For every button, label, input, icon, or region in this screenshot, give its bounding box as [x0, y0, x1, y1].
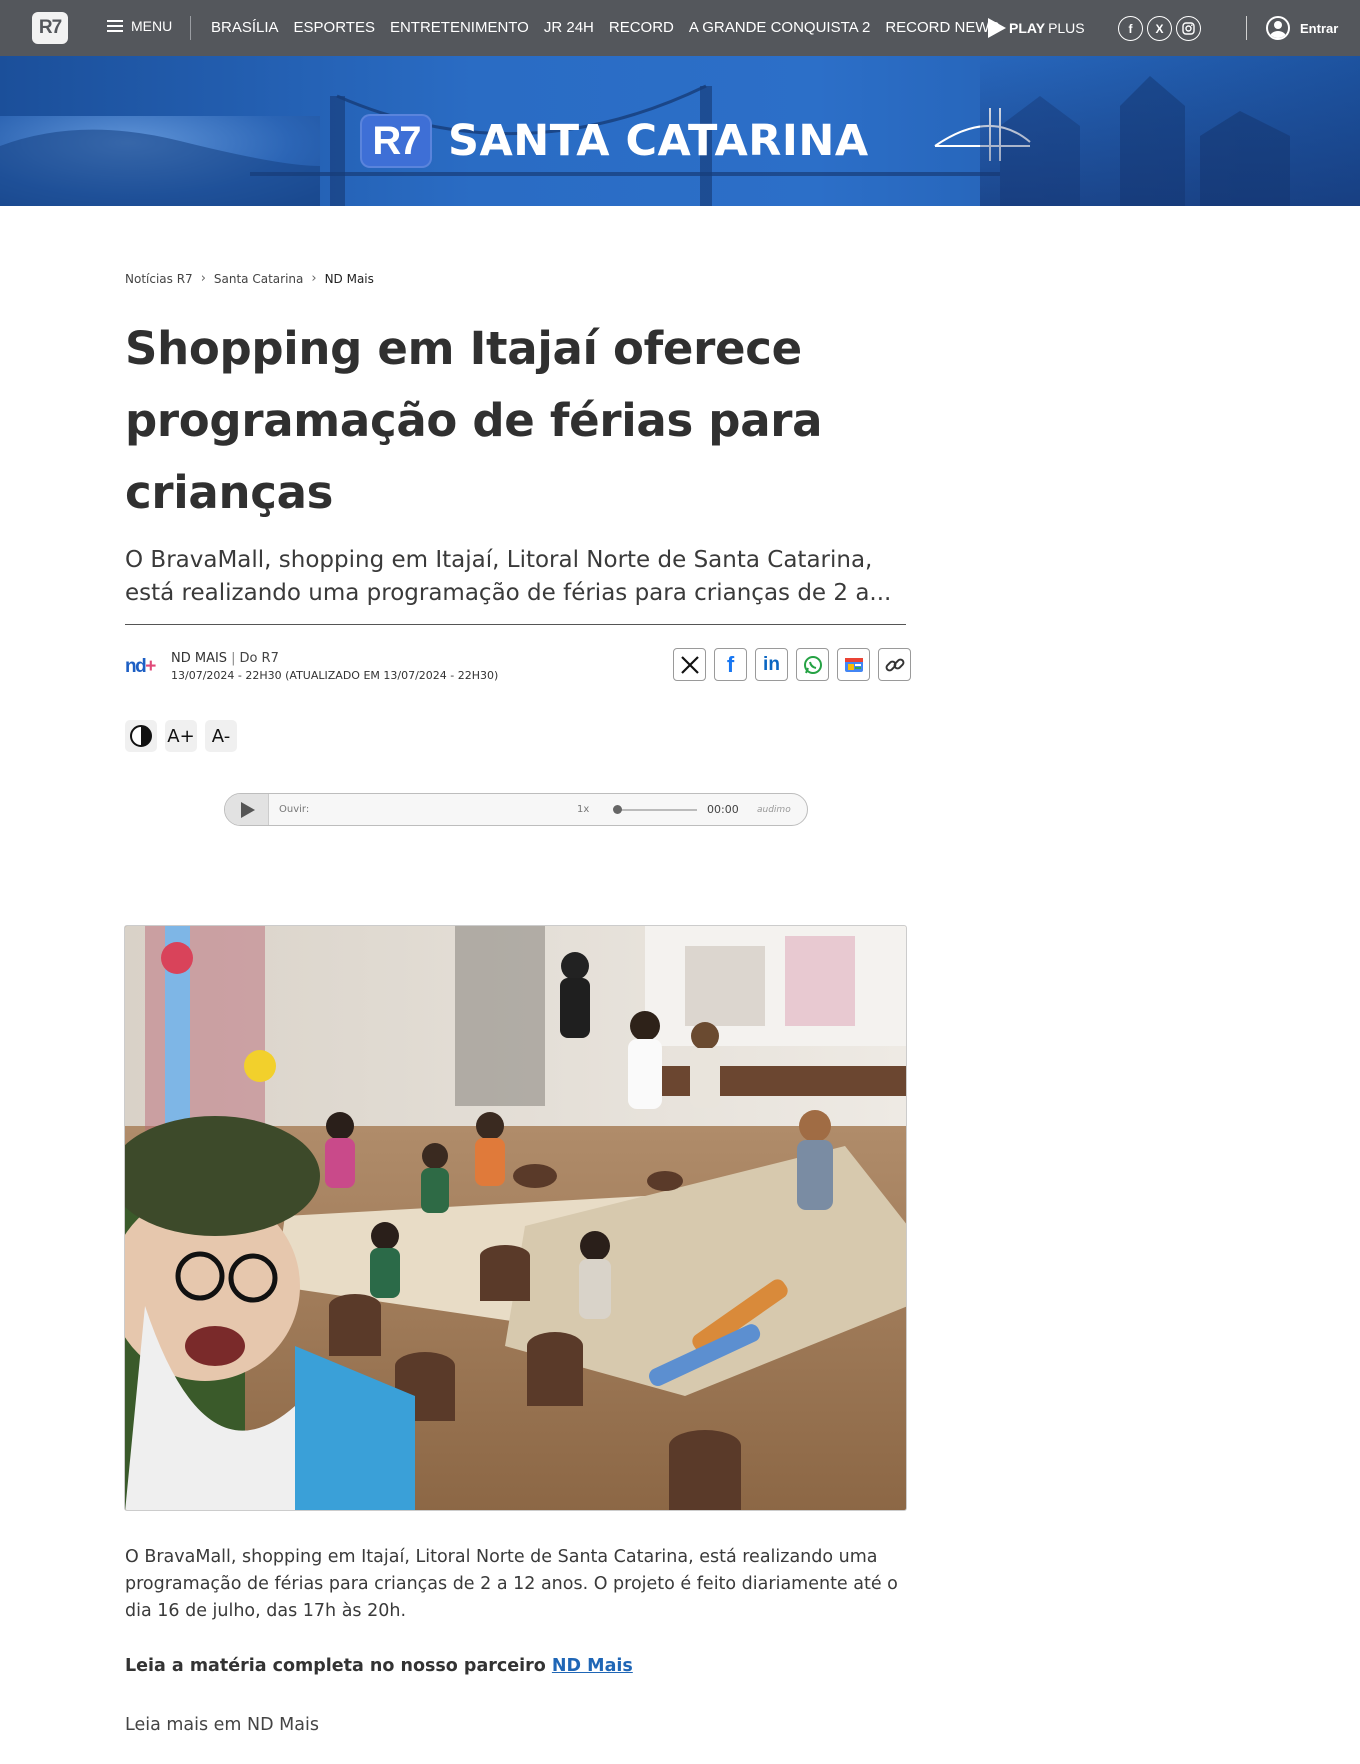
whatsapp-share-button[interactable] [796, 648, 829, 681]
breadcrumb-item[interactable]: Notícias R7 [125, 272, 193, 286]
menu-label: MENU [131, 18, 173, 34]
article-photo[interactable] [124, 925, 907, 1511]
hamburger-icon [107, 20, 123, 32]
x-share-button[interactable] [673, 648, 706, 681]
login-button[interactable]: Entrar [1266, 16, 1338, 40]
byline-text: ND MAIS | Do R7 13/07/2024 - 22H30 (ATUALI… [171, 651, 499, 682]
nav-divider [1246, 16, 1247, 40]
nav-link-esportes[interactable]: ESPORTES [294, 19, 375, 36]
nav-link-record-news[interactable]: RECORD NEWS [885, 19, 999, 36]
publish-date: 13/07/2024 - 22H30 (ATUALIZADO EM 13/07/… [171, 669, 499, 682]
partner-prefix: Leia a matéria completa no nosso parceir… [125, 1656, 546, 1676]
menu-button[interactable]: MENU [107, 18, 172, 34]
x-icon[interactable]: X [1147, 16, 1172, 41]
playplus-icon [988, 18, 1006, 38]
article-body: O BravaMall, shopping em Itajaí, Litoral… [125, 1547, 898, 1621]
partner-callout: Leia a matéria completa no nosso parceir… [125, 1656, 633, 1676]
x-icon [680, 655, 699, 674]
byline: nd+ ND MAIS | Do R7 13/07/2024 - 22H30 (AT… [125, 650, 498, 684]
facebook-icon[interactable]: f [1118, 16, 1143, 41]
nd-mais-logo: nd+ [125, 656, 156, 677]
progress-slider[interactable] [613, 804, 697, 814]
user-icon [1266, 16, 1290, 40]
partner-link[interactable]: ND Mais [552, 1656, 633, 1676]
google-news-share-button[interactable] [837, 648, 870, 681]
banner-brand: R7 SANTA CATARINA [360, 114, 869, 168]
top-navbar: R7 MENU BRASÍLIA ESPORTES ENTRETENIMENTO… [0, 0, 1360, 56]
banner-r7-logo: R7 [360, 114, 432, 168]
breadcrumb-current[interactable]: ND Mais [325, 272, 374, 286]
nav-link-grande-conquista[interactable]: A GRANDE CONQUISTA 2 [689, 19, 870, 36]
facebook-icon: f [726, 651, 735, 677]
player-time: 00:00 [707, 803, 739, 816]
contrast-icon [130, 725, 152, 747]
chevron-right-icon: › [311, 271, 317, 286]
speed-button[interactable]: 1x [577, 804, 617, 815]
divider [125, 624, 906, 625]
contrast-button[interactable] [125, 720, 157, 752]
progress-knob[interactable] [613, 804, 622, 814]
social-links: f X [1118, 16, 1201, 41]
photo-illustration [125, 926, 906, 1510]
nav-link-record[interactable]: RECORD [609, 19, 674, 36]
byline-origin: Do R7 [239, 651, 279, 666]
play-icon [241, 801, 255, 818]
r7-logo[interactable]: R7 [32, 12, 68, 44]
play-button[interactable] [225, 794, 269, 825]
player-label: Ouvir: [279, 804, 310, 815]
breadcrumb-item[interactable]: Santa Catarina [214, 272, 303, 286]
article-subtitle: O BravaMall, shopping em Itajaí, Litoral… [125, 547, 892, 606]
google-news-icon [844, 657, 863, 672]
playplus-link[interactable]: PLAY PLUS [988, 18, 1085, 38]
nav-link-brasilia[interactable]: BRASÍLIA [211, 19, 279, 36]
byline-source[interactable]: ND MAIS [171, 651, 227, 666]
copy-link-button[interactable] [878, 648, 911, 681]
nav-divider [190, 16, 191, 40]
audio-player: Ouvir: 1x 00:00 audimo [224, 793, 808, 826]
nav-link-jr24h[interactable]: JR 24H [544, 19, 594, 36]
breadcrumb: Notícias R7 › Santa Catarina › ND Mais [125, 271, 374, 286]
playplus-label-bold: PLAY [1009, 20, 1046, 36]
login-label: Entrar [1300, 20, 1339, 36]
section-banner[interactable]: R7 SANTA CATARINA [0, 56, 1360, 206]
read-more-text: Leia mais em ND Mais [125, 1715, 319, 1735]
article-headline: Shopping em Itajaí oferece programação d… [125, 322, 823, 519]
banner-title: SANTA CATARINA [448, 116, 869, 166]
banner-city [980, 56, 1360, 206]
linkedin-icon: in [763, 653, 780, 675]
playplus-label: PLUS [1048, 20, 1085, 36]
instagram-icon[interactable] [1176, 16, 1201, 41]
facebook-share-button[interactable]: f [714, 648, 747, 681]
linkedin-share-button[interactable]: in [755, 648, 788, 681]
nav-link-entretenimento[interactable]: ENTRETENIMENTO [390, 19, 529, 36]
share-buttons: f in [673, 648, 911, 681]
nav-links: BRASÍLIA ESPORTES ENTRETENIMENTO JR 24H … [211, 19, 1000, 36]
chevron-right-icon: › [200, 271, 206, 286]
whatsapp-icon [803, 655, 822, 674]
font-decrease-button[interactable]: A- [205, 720, 237, 752]
accessibility-controls: A+ A- [125, 720, 237, 752]
font-increase-button[interactable]: A+ [165, 720, 197, 752]
audimo-logo: audimo [757, 804, 791, 815]
link-icon [885, 658, 904, 671]
